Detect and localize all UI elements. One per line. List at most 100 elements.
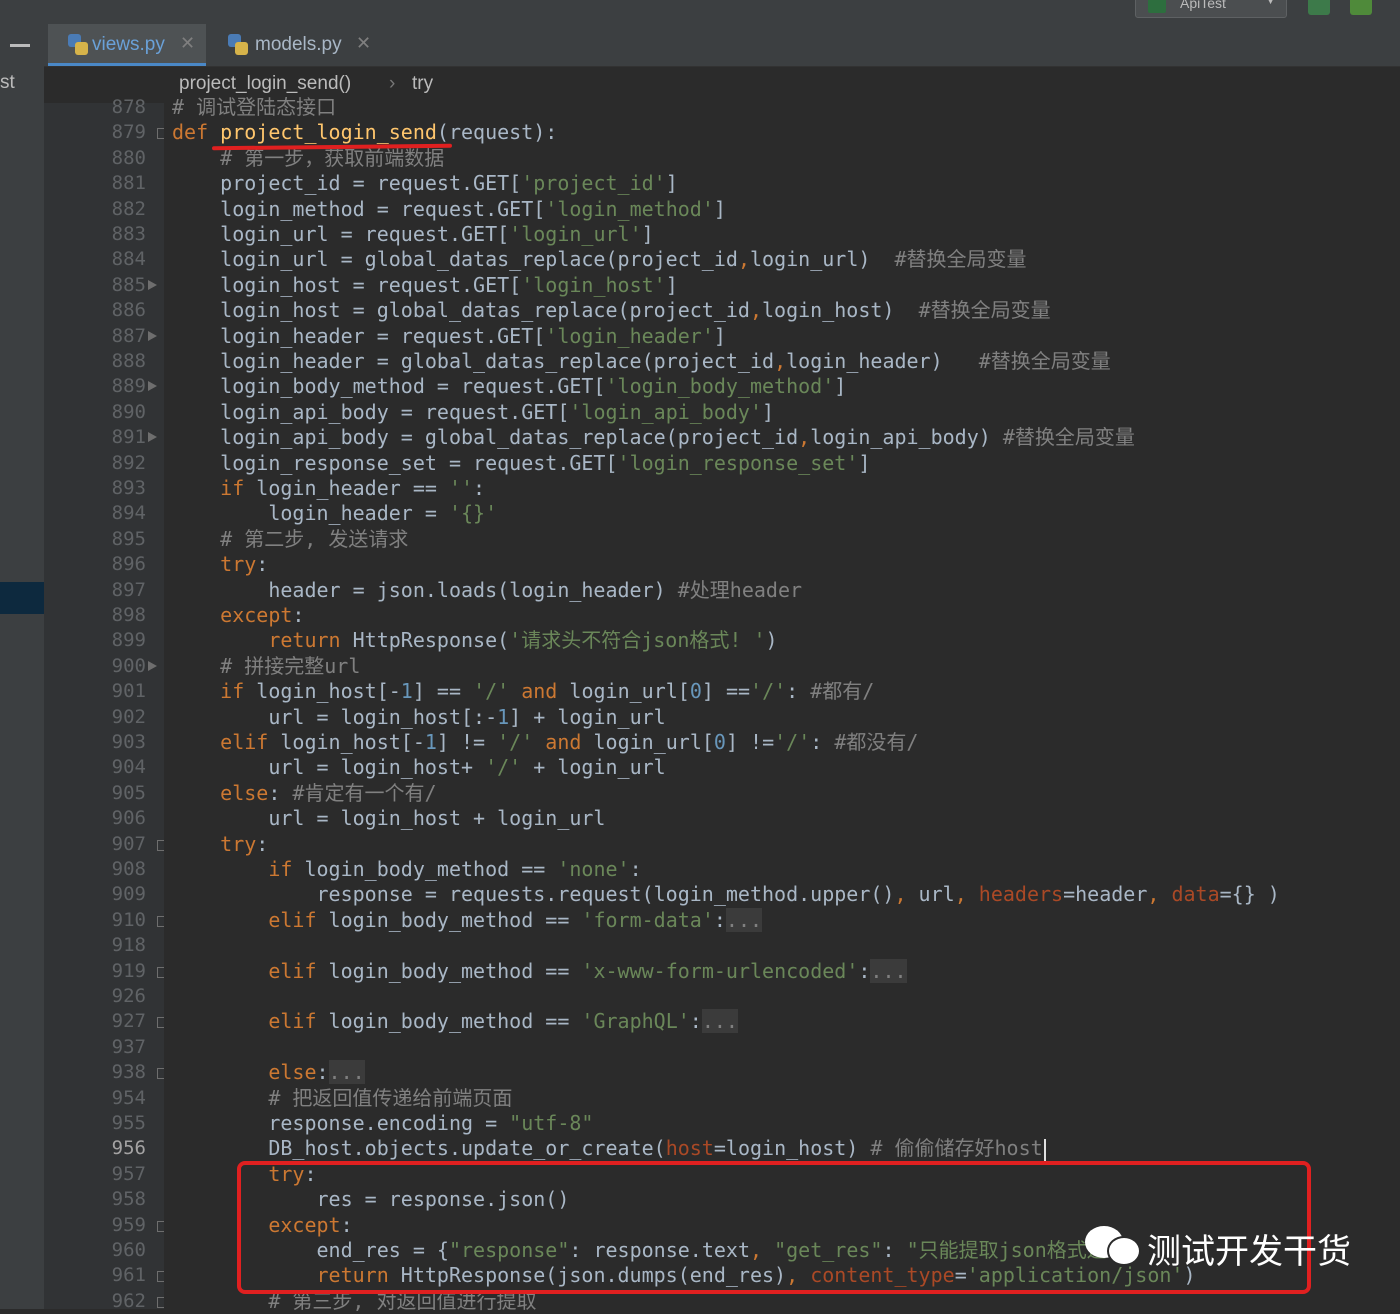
- line-number: 959: [111, 1213, 146, 1236]
- line-number-gutter[interactable]: 878 879 880 881 882 883 884 885 886 887 888 889 890 8…: [44, 96, 206, 1312]
- code-line[interactable]: elif login_body_method == 'form-data':..…: [172, 907, 763, 933]
- code-token: url = login_host+: [172, 755, 486, 780]
- code-line[interactable]: # 调试登陆态接口: [172, 95, 336, 120]
- project-panel: st: [0, 66, 44, 1309]
- line-number: 961: [111, 1264, 146, 1287]
- code-token: "utf-8": [509, 1111, 594, 1135]
- code-token: # 调试登陆态接口: [172, 95, 337, 119]
- code-token: ]: [713, 196, 726, 221]
- code-line[interactable]: if login_header == '':: [172, 476, 485, 501]
- line-number: 955: [111, 1112, 146, 1134]
- breadcrumb-function[interactable]: project_login_send(): [179, 73, 351, 95]
- code-token: if: [172, 679, 257, 704]
- code-line[interactable]: login_response_set = request.GET['login_…: [172, 451, 870, 476]
- project-panel-header: [0, 24, 44, 66]
- code-line[interactable]: DB_host.objects.update_or_create(host=lo…: [172, 1136, 1046, 1161]
- code-line[interactable]: login_api_body = global_datas_replace(pr…: [172, 425, 1135, 450]
- code-line[interactable]: login_method = request.GET['login_method…: [172, 197, 726, 222]
- code-line[interactable]: def project_login_send(request):: [172, 120, 557, 145]
- code-line[interactable]: project_id = request.GET['project_id']: [172, 171, 678, 196]
- code-line[interactable]: try:: [172, 552, 268, 577]
- code-line[interactable]: elif login_body_method == 'x-www-form-ur…: [172, 958, 907, 984]
- code-line[interactable]: login_header = '{}': [172, 501, 497, 526]
- close-icon[interactable]: ✕: [356, 33, 371, 54]
- breakpoint-marker-icon[interactable]: [148, 432, 157, 443]
- code-line[interactable]: try:: [172, 832, 268, 857]
- code-line[interactable]: login_body_method = request.GET['login_b…: [172, 374, 846, 399]
- code-line[interactable]: url = login_host + login_url: [172, 806, 605, 831]
- code-line[interactable]: if login_body_method == 'none':: [172, 857, 641, 882]
- code-token: return: [172, 628, 353, 653]
- watermark-text: 测试开发干货: [1147, 1232, 1351, 1272]
- code-token: :: [858, 958, 871, 983]
- line-number: 889: [111, 375, 146, 398]
- close-icon[interactable]: ✕: [180, 33, 195, 54]
- line-number: 927: [111, 1010, 146, 1033]
- code-line[interactable]: response = requests.request(login_method…: [172, 882, 1279, 907]
- minimize-icon[interactable]: [10, 44, 30, 47]
- code-token: else: [172, 780, 269, 805]
- code-token: 'none': [557, 857, 630, 881]
- code-token: ): [765, 628, 778, 653]
- code-token: (request):: [436, 120, 558, 145]
- code-token: headers: [978, 882, 1064, 907]
- line-number: 882: [111, 197, 146, 220]
- line-number: 891: [111, 426, 146, 449]
- code-token: project_login_send: [220, 120, 437, 145]
- code-line[interactable]: elif login_host[-1] != '/' and login_url…: [172, 730, 918, 755]
- line-number: 957: [111, 1162, 146, 1185]
- code-line[interactable]: login_api_body = request.GET['login_api_…: [172, 400, 774, 425]
- code-token: ,: [798, 425, 811, 450]
- code-token: #替换全局变量: [894, 247, 1027, 272]
- run-configuration-select[interactable]: ApiTest ▼: [1135, 0, 1287, 18]
- code-line[interactable]: # 把返回值传递给前端页面: [172, 1086, 512, 1111]
- code-line[interactable]: elif login_body_method == 'GraphQL':...: [172, 1009, 738, 1034]
- code-line[interactable]: else: #肯定有一个有/: [172, 780, 436, 806]
- code-token: DB_host.objects.update_or_create(: [172, 1136, 666, 1161]
- code-token: login_url[: [569, 679, 690, 704]
- code-token: #都有/: [810, 679, 875, 704]
- code-line[interactable]: response.encoding = "utf-8": [172, 1111, 593, 1136]
- line-number: 907: [111, 832, 146, 855]
- breakpoint-marker-icon[interactable]: [148, 279, 157, 290]
- tab-models-py[interactable]: models.py ✕: [208, 24, 380, 66]
- code-token: 1: [400, 679, 413, 704]
- breakpoint-marker-icon[interactable]: [148, 330, 157, 341]
- code-token: ]: [665, 171, 678, 196]
- line-number: 879: [111, 121, 146, 144]
- breakpoint-marker-icon[interactable]: [148, 381, 157, 392]
- run-coverage-icon[interactable]: [1308, 0, 1330, 15]
- code-token: ...: [328, 1060, 365, 1085]
- code-line[interactable]: url = login_host+ '/' + login_url: [172, 755, 665, 780]
- breadcrumb-block[interactable]: try: [412, 73, 433, 95]
- debug-icon[interactable]: [1350, 0, 1372, 15]
- code-line[interactable]: login_host = request.GET['login_host']: [172, 273, 678, 298]
- code-token: login_host): [762, 298, 919, 323]
- code-line[interactable]: # 拼接完整url: [172, 654, 360, 679]
- code-line[interactable]: if login_host[-1] == '/' and login_url[0…: [172, 679, 874, 704]
- code-line[interactable]: login_header = global_datas_replace(proj…: [172, 349, 1111, 374]
- code-token: ] !=: [725, 730, 775, 754]
- code-line[interactable]: except:: [172, 603, 304, 628]
- code-line[interactable]: login_url = global_datas_replace(project…: [172, 247, 1027, 272]
- code-line[interactable]: return HttpResponse('请求头不符合json格式! '): [172, 628, 778, 653]
- code-token: 'login_body_method': [605, 374, 835, 399]
- code-line[interactable]: # 第二步, 发送请求: [172, 527, 408, 552]
- code-token: login_response_set = request.GET[: [172, 450, 618, 475]
- code-line[interactable]: url = login_host[:-1] + login_url: [172, 705, 665, 730]
- text-caret: [1043, 1138, 1046, 1161]
- selected-tree-row[interactable]: [0, 582, 44, 614]
- line-number: 918: [111, 934, 146, 957]
- code-editor[interactable]: # 调试登陆态接口 def project_login_send(request)…: [164, 95, 1400, 1313]
- line-number: 919: [111, 959, 146, 982]
- code-line[interactable]: else:...: [172, 1060, 365, 1085]
- code-line[interactable]: header = json.loads(login_header) #处理hea…: [172, 578, 802, 603]
- code-line[interactable]: login_url = request.GET['login_url']: [172, 222, 654, 247]
- code-token: login_host[-: [280, 730, 425, 754]
- code-line[interactable]: login_header = request.GET['login_header…: [172, 324, 726, 349]
- code-token: elif: [172, 730, 281, 754]
- tab-views-py[interactable]: views.py ✕: [48, 24, 206, 66]
- breakpoint-marker-icon[interactable]: [148, 660, 157, 671]
- code-line[interactable]: login_host = global_datas_replace(projec…: [172, 298, 1050, 323]
- code-token: :: [689, 1009, 702, 1034]
